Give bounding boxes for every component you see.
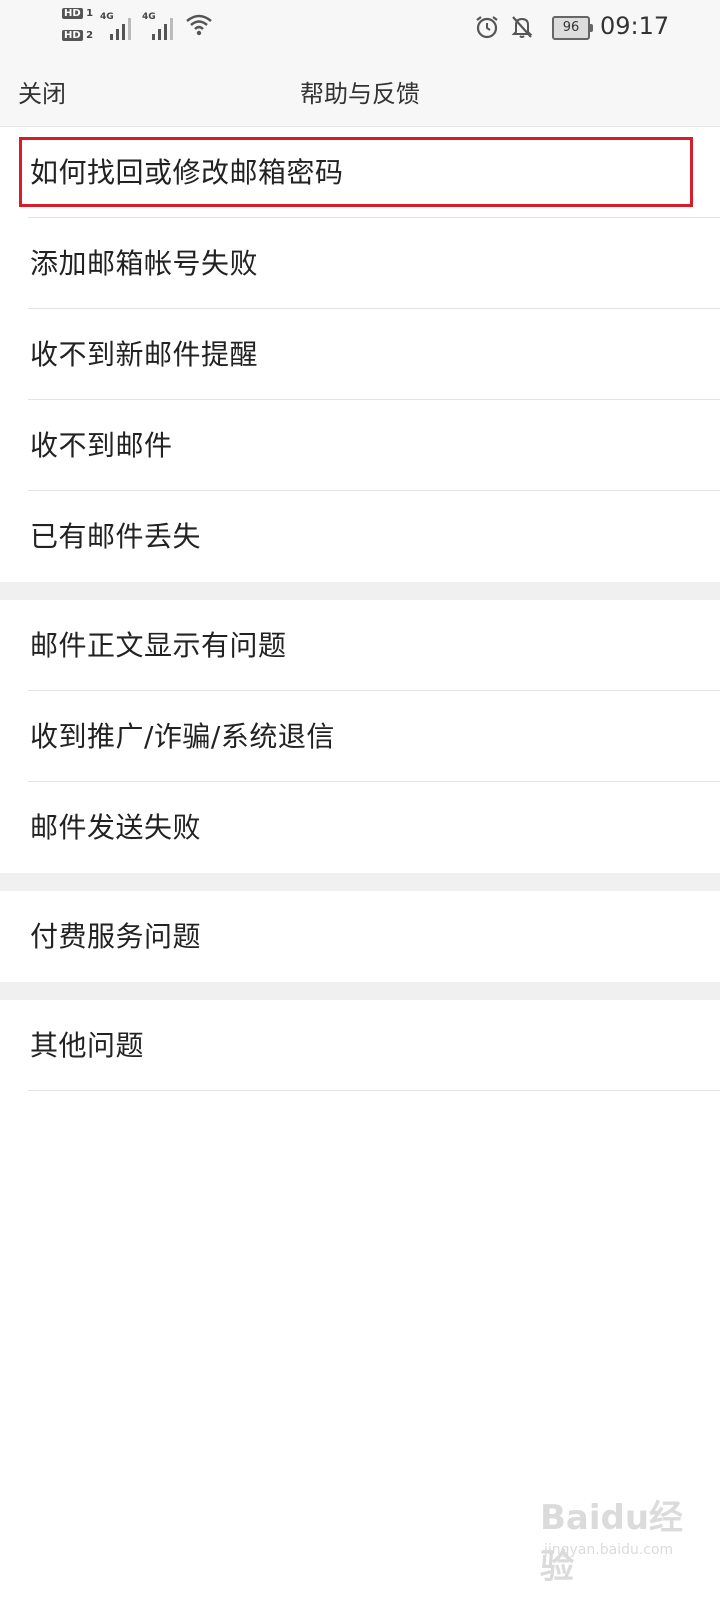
section-gap <box>0 982 720 1000</box>
section-gap <box>0 582 720 600</box>
list-item-label: 邮件发送失败 <box>30 811 202 844</box>
help-topic-list: 如何找回或修改邮箱密码 添加邮箱帐号失败 收不到新邮件提醒 收不到邮件 已有邮件… <box>0 127 720 1091</box>
hd-indicators: HD 1 HD 2 <box>62 8 98 52</box>
topic-group-2: 邮件正文显示有问题 收到推广/诈骗/系统退信 邮件发送失败 <box>0 600 720 873</box>
topic-group-1: 如何找回或修改邮箱密码 添加邮箱帐号失败 收不到新邮件提醒 收不到邮件 已有邮件… <box>0 127 720 582</box>
topic-group-4: 其他问题 <box>0 1000 720 1091</box>
list-item-label: 如何找回或修改邮箱密码 <box>30 156 344 189</box>
status-right: 96 09:17 <box>460 0 720 56</box>
list-item[interactable]: 已有邮件丢失 <box>0 491 720 582</box>
alarm-icon <box>476 16 498 39</box>
signal-2-icon: 4G <box>142 12 182 44</box>
list-item-label: 收不到邮件 <box>30 429 173 462</box>
list-item[interactable]: 其他问题 <box>0 1000 720 1091</box>
list-item[interactable]: 收不到新邮件提醒 <box>0 309 720 400</box>
watermark-url: jingyan.baidu.com <box>544 1542 674 1558</box>
list-item[interactable]: 收不到邮件 <box>0 400 720 491</box>
status-bar: HD 1 HD 2 4G 4G 96 09:17 <box>0 0 720 56</box>
page-title: 帮助与反馈 <box>300 80 420 108</box>
list-item-label: 邮件正文显示有问题 <box>30 629 287 662</box>
navigation-bar: 关闭 帮助与反馈 <box>0 56 720 127</box>
list-item[interactable]: 收到推广/诈骗/系统退信 <box>0 691 720 782</box>
list-item-label: 添加邮箱帐号失败 <box>30 247 259 280</box>
bell-muted-icon <box>511 16 533 38</box>
list-item[interactable]: 添加邮箱帐号失败 <box>0 218 720 309</box>
list-item-label: 收到推广/诈骗/系统退信 <box>30 720 335 753</box>
battery-indicator: 96 <box>552 16 593 40</box>
hd1-icon: HD 1 <box>62 8 94 19</box>
list-item[interactable]: 邮件发送失败 <box>0 782 720 873</box>
topic-group-3: 付费服务问题 <box>0 891 720 982</box>
list-item-label: 收不到新邮件提醒 <box>30 338 259 371</box>
list-item[interactable]: 邮件正文显示有问题 <box>0 600 720 691</box>
signal-1-icon: 4G <box>100 12 140 44</box>
list-item[interactable]: 如何找回或修改邮箱密码 <box>0 127 720 218</box>
divider <box>28 1090 720 1091</box>
list-item-label: 其他问题 <box>30 1029 145 1062</box>
list-item[interactable]: 付费服务问题 <box>0 891 720 982</box>
status-time: 09:17 <box>600 12 670 40</box>
wifi-icon <box>186 14 212 36</box>
section-gap <box>0 873 720 891</box>
list-item-label: 付费服务问题 <box>30 920 202 953</box>
hd2-icon: HD 2 <box>62 30 94 41</box>
list-item-label: 已有邮件丢失 <box>30 520 202 553</box>
watermark-logo: Baidu经验 <box>540 1498 684 1587</box>
watermark: Baidu经验 jingyan.baidu.com <box>540 1490 700 1587</box>
